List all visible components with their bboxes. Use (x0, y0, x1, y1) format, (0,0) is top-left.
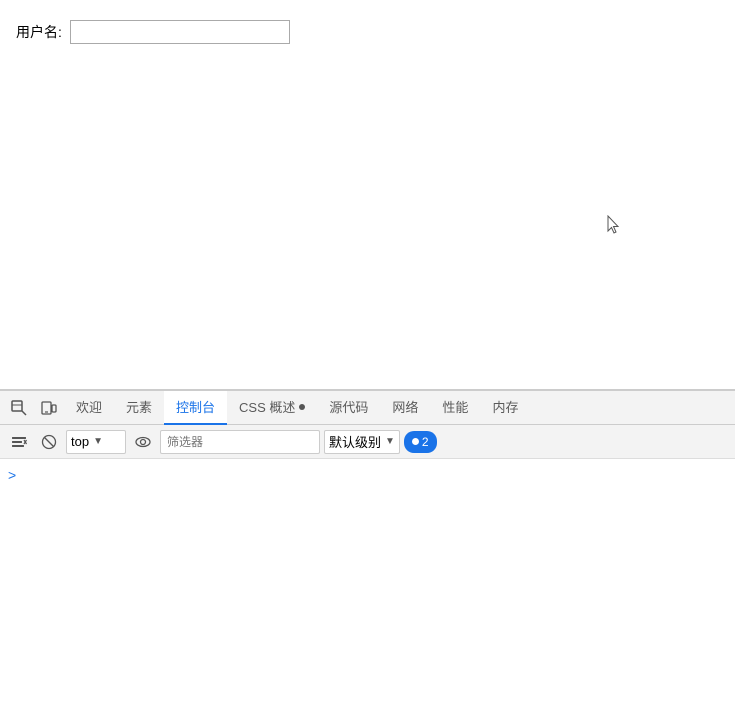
tab-elements[interactable]: 元素 (114, 391, 164, 425)
main-content: 用户名: (0, 0, 735, 390)
message-count-badge[interactable]: 2 (404, 431, 437, 453)
clear-console-button[interactable] (6, 429, 32, 455)
mouse-cursor (607, 215, 621, 235)
tab-css-overview[interactable]: CSS 概述 (227, 391, 317, 425)
devtools-panel: 欢迎 元素 控制台 CSS 概述 源代码 网络 性能 内存 (0, 390, 735, 705)
tab-performance[interactable]: 性能 (430, 391, 480, 425)
context-dropdown-arrow: ▼ (93, 436, 103, 447)
context-selector[interactable]: top ▼ (66, 430, 126, 454)
log-level-label: 默认级别 (329, 432, 381, 451)
tab-memory[interactable]: 内存 (480, 391, 530, 425)
console-output: > (0, 459, 735, 705)
context-value: top (71, 434, 89, 449)
message-count: 2 (422, 435, 429, 449)
tab-sources[interactable]: 源代码 (317, 391, 380, 425)
css-overview-dot (299, 404, 305, 410)
tab-bar: 欢迎 元素 控制台 CSS 概述 源代码 网络 性能 内存 (0, 391, 735, 425)
tab-network[interactable]: 网络 (380, 391, 430, 425)
log-level-selector[interactable]: 默认级别 ▼ (324, 430, 400, 454)
username-row: 用户名: (16, 20, 719, 44)
console-toolbar: top ▼ 默认级别 ▼ 2 (0, 425, 735, 459)
username-label: 用户名: (16, 22, 62, 42)
tab-console[interactable]: 控制台 (164, 391, 227, 425)
inspect-page-icon[interactable] (4, 391, 34, 425)
message-dot-icon (412, 438, 419, 445)
console-prompt[interactable]: > (8, 463, 727, 487)
log-level-dropdown-arrow: ▼ (385, 436, 395, 447)
device-toolbar-icon[interactable] (34, 391, 64, 425)
block-requests-button[interactable] (36, 429, 62, 455)
tab-welcome[interactable]: 欢迎 (64, 391, 114, 425)
username-input[interactable] (70, 20, 290, 44)
filter-input[interactable] (160, 430, 320, 454)
live-expressions-button[interactable] (130, 429, 156, 455)
